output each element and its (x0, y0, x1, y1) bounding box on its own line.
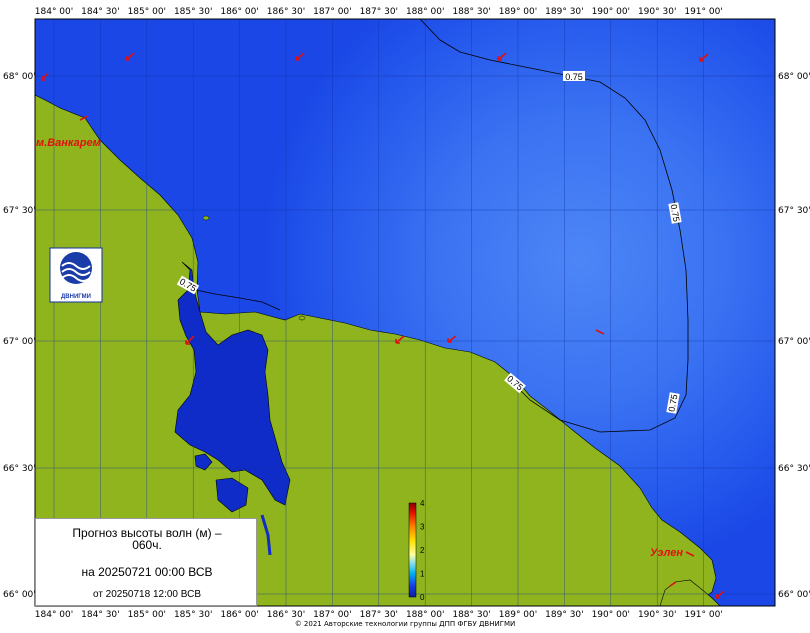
lon-label: 184° 00' (35, 610, 73, 620)
logo-text: ДВНИГМИ (61, 294, 91, 300)
caption-title: Прогноз высоты волн (м) – 060ч. (36, 527, 258, 551)
lon-label: 190° 30' (638, 7, 676, 17)
lat-label: 68° 00' (778, 72, 810, 82)
island-small (202, 215, 210, 221)
lon-label: 189° 30' (545, 7, 583, 17)
contour-label: 0.75 (565, 72, 583, 82)
lat-labels-left: 68° 00' 67° 30' 67° 00' 66° 30' 66° 00' (3, 72, 36, 600)
colorbar-tick: 4 (420, 499, 425, 508)
dvnigmi-logo: ДВНИГМИ (49, 247, 103, 303)
lon-label: 185° 30' (174, 7, 212, 17)
colorbar-tick: 3 (420, 523, 425, 532)
lon-label: 187° 00' (313, 610, 351, 620)
lon-label: 188° 00' (406, 610, 444, 620)
lat-label: 66° 30' (3, 464, 36, 474)
colorbar-tick: 1 (420, 570, 425, 579)
caption-valid-time: на 20250721 00:00 ВСВ (81, 565, 213, 579)
lat-labels-right: 68° 00' 67° 30' 67° 00' 66° 30' 66° 00' (778, 72, 810, 600)
lat-label: 67° 00' (778, 337, 810, 347)
lon-label: 188° 00' (406, 7, 444, 17)
colorbar-tick: 2 (420, 546, 425, 555)
colorbar-ramp (408, 502, 417, 598)
lon-label: 190° 00' (592, 610, 630, 620)
lat-label: 67° 00' (3, 337, 36, 347)
lon-label: 186° 30' (267, 7, 305, 17)
lon-label: 186° 30' (267, 610, 305, 620)
place-label-vankarem: м.Ванкарем (36, 137, 101, 149)
lat-label: 67° 30' (3, 206, 36, 216)
lat-label: 67° 30' (778, 206, 810, 216)
lon-label: 188° 30' (452, 610, 490, 620)
lon-label: 184° 00' (35, 7, 73, 17)
caption-title-line2: 060ч. (132, 538, 162, 552)
lon-label: 187° 00' (313, 7, 351, 17)
lon-label: 191° 00' (684, 7, 722, 17)
lat-label: 66° 00' (3, 590, 36, 600)
lon-label: 190° 00' (592, 7, 630, 17)
lon-label: 187° 30' (360, 7, 398, 17)
lon-label: 185° 30' (174, 610, 212, 620)
lon-label: 186° 00' (220, 7, 258, 17)
copyright-footer: © 2021 Авторские технологии группы ДПП Ф… (294, 620, 516, 628)
lat-label: 66° 00' (778, 590, 810, 600)
lon-label: 189° 00' (499, 7, 537, 17)
lon-label: 190° 30' (638, 610, 676, 620)
lon-label: 188° 30' (452, 7, 490, 17)
place-label-uelen: Уэлен (650, 547, 683, 559)
lon-label: 186° 00' (220, 610, 258, 620)
forecast-caption: Прогноз высоты волн (м) – 060ч. на 20250… (35, 518, 257, 606)
lon-label: 191° 00' (684, 610, 722, 620)
lon-labels-bottom: 184° 00' 184° 30' 185° 00' 185° 30' 186° 00'… (35, 610, 723, 620)
lon-labels-top: 184° 00' 184° 30' 185° 00' 185° 30' 186° 00'… (35, 7, 723, 17)
caption-issue-time: от 20250718 12:00 ВСВ (92, 589, 201, 600)
lon-label: 185° 00' (128, 7, 166, 17)
lon-label: 184° 30' (81, 610, 119, 620)
lon-label: 187° 30' (360, 610, 398, 620)
lon-label: 184° 30' (81, 7, 119, 17)
lon-label: 189° 30' (545, 610, 583, 620)
lon-label: 185° 00' (128, 610, 166, 620)
island-small (298, 315, 306, 321)
lon-label: 189° 00' (499, 610, 537, 620)
lat-label: 66° 30' (778, 464, 810, 474)
lat-label: 68° 00' (3, 72, 36, 82)
colorbar-tick: 0 (420, 593, 425, 602)
